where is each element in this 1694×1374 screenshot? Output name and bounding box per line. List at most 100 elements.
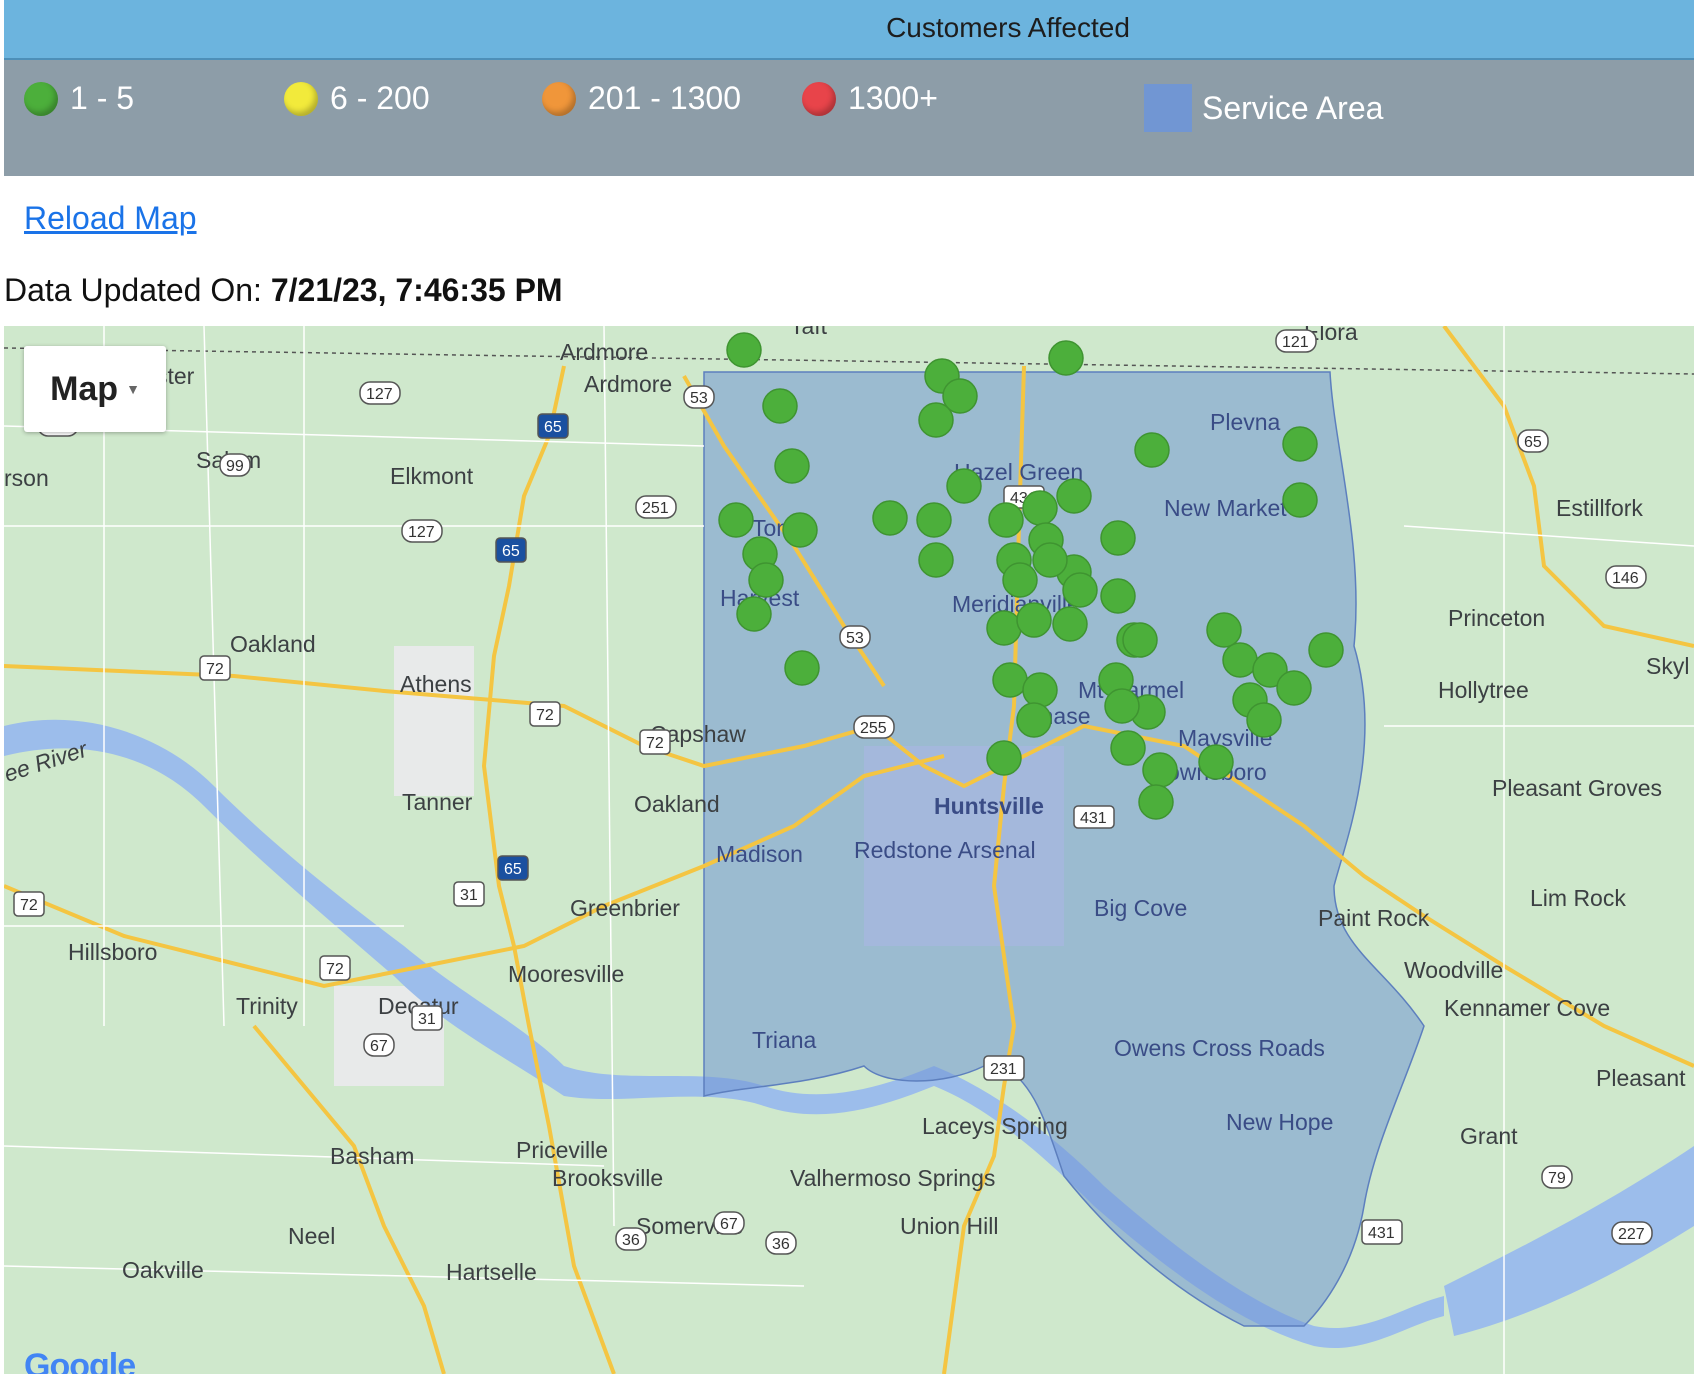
outage-marker[interactable] xyxy=(1282,482,1318,518)
place-label: Taft xyxy=(790,326,828,339)
legend-item-1300-plus: 1300+ xyxy=(802,80,938,117)
route-65-shield: 65 xyxy=(1517,429,1549,453)
route-67-shield: 67 xyxy=(713,1211,745,1235)
svg-text:72: 72 xyxy=(326,961,344,978)
route-65-shield: 65 xyxy=(537,413,569,439)
place-label: Plevna xyxy=(1210,409,1281,435)
place-label: Ardmore xyxy=(560,339,648,365)
outage-marker[interactable] xyxy=(726,332,762,368)
legend-item-service-area: Service Area xyxy=(1144,84,1383,132)
outage-marker[interactable] xyxy=(1022,672,1058,708)
svg-text:36: 36 xyxy=(622,1232,640,1249)
place-label: Athens xyxy=(400,671,472,697)
outage-marker[interactable] xyxy=(718,502,754,538)
place-label: Mooresville xyxy=(508,961,624,987)
outage-marker[interactable] xyxy=(872,500,908,536)
data-updated-value: 7/21/23, 7:46:35 PM xyxy=(270,272,563,308)
svg-text:251: 251 xyxy=(642,500,669,517)
svg-text:99: 99 xyxy=(226,458,244,475)
outage-marker[interactable] xyxy=(1016,702,1052,738)
place-label: Brooksville xyxy=(552,1165,663,1191)
place-label: Hillsboro xyxy=(68,939,157,965)
dropdown-caret-icon: ▼ xyxy=(126,381,140,397)
outage-marker[interactable] xyxy=(1062,572,1098,608)
svg-text:72: 72 xyxy=(646,735,664,752)
outage-marker[interactable] xyxy=(1104,688,1140,724)
place-label: Skyl xyxy=(1646,653,1689,679)
svg-text:67: 67 xyxy=(720,1216,738,1233)
place-label: Neel xyxy=(288,1223,335,1249)
outage-marker[interactable] xyxy=(1308,632,1344,668)
legend-label: 201 - 1300 xyxy=(588,80,742,116)
outage-map[interactable]: Ardmore Ardmore ster Salem Elkmont rson … xyxy=(4,326,1694,1374)
outage-marker[interactable] xyxy=(1048,340,1084,376)
svg-text:65: 65 xyxy=(1524,434,1542,451)
place-label: Huntsville xyxy=(934,793,1044,819)
route-72-shield: 72 xyxy=(639,729,671,755)
outage-marker[interactable] xyxy=(918,402,954,438)
legend-label: 1 - 5 xyxy=(70,80,135,116)
outage-marker[interactable] xyxy=(1016,602,1052,638)
outage-marker[interactable] xyxy=(784,650,820,686)
outage-marker[interactable] xyxy=(1142,752,1178,788)
outage-marker[interactable] xyxy=(1222,642,1258,678)
svg-text:255: 255 xyxy=(860,720,887,737)
outage-marker[interactable] xyxy=(1110,730,1146,766)
svg-text:65: 65 xyxy=(502,543,520,560)
outage-marker[interactable] xyxy=(1022,490,1058,526)
outage-marker[interactable] xyxy=(1122,622,1158,658)
map-canvas[interactable]: Ardmore Ardmore ster Salem Elkmont rson … xyxy=(4,326,1694,1374)
place-label: Valhermoso Springs xyxy=(790,1165,995,1191)
outage-marker[interactable] xyxy=(1246,702,1282,738)
place-label: Grant xyxy=(1460,1123,1518,1149)
outage-marker[interactable] xyxy=(1056,478,1092,514)
map-type-button[interactable]: Map ▼ xyxy=(24,346,166,432)
outage-marker[interactable] xyxy=(1138,784,1174,820)
route-251-shield: 251 xyxy=(635,495,677,519)
outage-marker[interactable] xyxy=(988,502,1024,538)
place-label: Trinity xyxy=(236,993,298,1019)
place-label: Kennamer Cove xyxy=(1444,995,1610,1021)
outage-marker[interactable] xyxy=(774,448,810,484)
outage-marker[interactable] xyxy=(736,596,772,632)
outage-marker[interactable] xyxy=(918,542,954,578)
outage-marker[interactable] xyxy=(1276,670,1312,706)
legend-item-201-1300: 201 - 1300 xyxy=(542,80,741,117)
outage-marker[interactable] xyxy=(986,610,1022,646)
place-label: Oakland xyxy=(634,791,720,817)
orange-dot-icon xyxy=(542,81,576,116)
outage-marker[interactable] xyxy=(992,662,1028,698)
place-label: Princeton xyxy=(1448,605,1545,631)
outage-marker[interactable] xyxy=(748,562,784,598)
place-label: Hollytree xyxy=(1438,677,1529,703)
outage-marker[interactable] xyxy=(916,502,952,538)
route-72-shield: 72 xyxy=(13,891,45,917)
route-255-shield: 255 xyxy=(853,715,895,739)
place-label: Triana xyxy=(752,1027,817,1053)
outage-marker[interactable] xyxy=(1100,520,1136,556)
outage-marker[interactable] xyxy=(1282,426,1318,462)
outage-marker[interactable] xyxy=(1032,542,1068,578)
svg-text:72: 72 xyxy=(536,707,554,724)
outage-marker[interactable] xyxy=(1002,562,1038,598)
outage-marker[interactable] xyxy=(1100,578,1136,614)
green-dot-icon xyxy=(24,81,58,116)
outage-marker[interactable] xyxy=(1206,612,1242,648)
outage-marker[interactable] xyxy=(762,388,798,424)
outage-marker[interactable] xyxy=(1198,744,1234,780)
map-type-label: Map xyxy=(50,369,119,408)
route-231-shield: 231 xyxy=(983,1055,1025,1081)
outage-marker[interactable] xyxy=(1052,606,1088,642)
legend-label: 1300+ xyxy=(848,80,938,116)
place-label: Tanner xyxy=(402,789,473,815)
route-65-shield: 65 xyxy=(495,537,527,563)
outage-marker[interactable] xyxy=(946,468,982,504)
outage-marker[interactable] xyxy=(782,512,818,548)
outage-marker[interactable] xyxy=(1134,432,1170,468)
place-label: Hartselle xyxy=(446,1259,537,1285)
place-label: Madison xyxy=(716,841,803,867)
outage-marker[interactable] xyxy=(986,740,1022,776)
svg-text:65: 65 xyxy=(504,861,522,878)
reload-map-link[interactable]: Reload Map xyxy=(24,200,197,237)
legend-label: Service Area xyxy=(1202,89,1384,126)
